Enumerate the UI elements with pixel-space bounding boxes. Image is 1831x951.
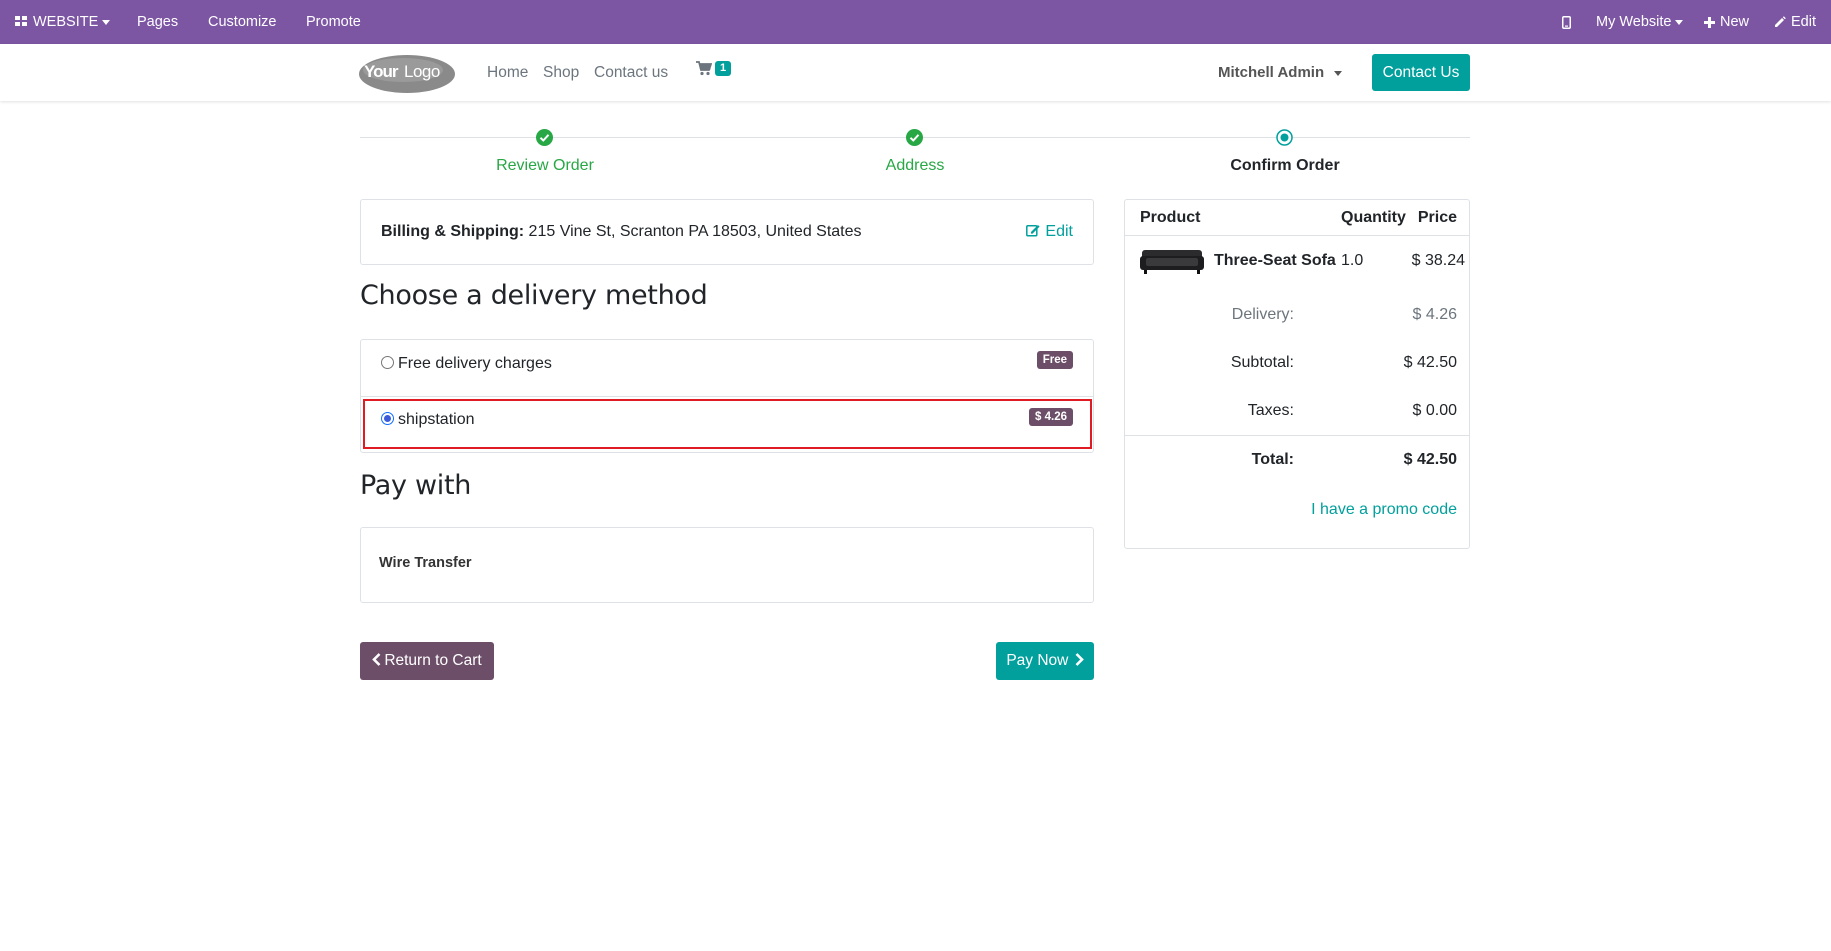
return-to-cart-label: Return to Cart (384, 652, 482, 669)
return-to-cart-button[interactable]: Return to Cart (360, 642, 494, 680)
website-menu-label: WEBSITE (33, 14, 99, 30)
company-logo[interactable]: Your Logo (358, 52, 456, 94)
pages-menu[interactable]: Pages (137, 0, 178, 44)
edit-button[interactable]: Edit (1774, 0, 1816, 44)
billing-label: Billing & Shipping: (381, 223, 525, 240)
delivery-price-badge-free: Free (1036, 351, 1073, 369)
summary-header: Product Quantity Price (1125, 200, 1469, 236)
chevron-down-icon (1675, 19, 1684, 25)
total-label: Total: (1251, 451, 1294, 468)
selection-highlight (363, 399, 1092, 449)
taxes-value: $ 0.00 (1412, 402, 1457, 419)
total-value: $ 42.50 (1403, 451, 1457, 468)
wizard-step-address[interactable]: Address (815, 157, 1015, 175)
svg-text:Your: Your (364, 62, 399, 81)
check-circle-icon (536, 129, 553, 146)
pay-with-title: Pay with (360, 470, 472, 501)
cart-count-badge: 1 (715, 61, 731, 76)
chevron-down-icon (1334, 70, 1343, 76)
cart-link[interactable] (696, 60, 712, 78)
delivery-method-title: Choose a delivery method (360, 280, 708, 311)
my-website-label: My Website (1596, 14, 1672, 30)
promo-code-link[interactable]: I have a promo code (1311, 501, 1457, 519)
user-menu[interactable]: Mitchell Admin (1218, 64, 1343, 82)
chevron-left-icon (372, 653, 381, 666)
subtotal-label: Subtotal: (1230, 354, 1294, 371)
payment-method-card[interactable]: Wire Transfer (360, 527, 1094, 603)
billing-address: Billing & Shipping: 215 Vine St, Scranto… (381, 222, 862, 242)
divider (361, 396, 1093, 397)
edit-square-icon (1026, 223, 1041, 237)
customize-menu[interactable]: Customize (208, 0, 277, 44)
new-button[interactable]: New (1704, 0, 1749, 44)
my-website-menu[interactable]: My Website (1596, 0, 1684, 44)
wizard-step-confirm-order: Confirm Order (1230, 157, 1340, 174)
pay-now-label: Pay Now (1006, 652, 1069, 669)
payment-method-label: Wire Transfer (379, 555, 472, 571)
mobile-preview-button[interactable] (1562, 0, 1571, 44)
chevron-right-icon (1075, 653, 1084, 666)
pay-now-button[interactable]: Pay Now (996, 642, 1094, 680)
nav-home[interactable]: Home (487, 64, 528, 82)
product-name[interactable]: Three-Seat Sofa (1214, 252, 1336, 270)
edit-address-link[interactable]: Edit (1026, 222, 1073, 242)
summary-header-price: Price (1417, 209, 1457, 226)
admin-bar: WEBSITE Pages Customize Promote My Websi… (0, 0, 1831, 44)
billing-shipping-card: Billing & Shipping: 215 Vine St, Scranto… (360, 199, 1094, 265)
subtotal-value: $ 42.50 (1403, 354, 1457, 371)
order-summary: Product Quantity Price Three-Seat Sofa 1… (1124, 199, 1470, 549)
nav-contact-us[interactable]: Contact us (594, 64, 668, 82)
edit-label: Edit (1791, 14, 1816, 30)
billing-address-text: 215 Vine St, Scranton PA 18503, United S… (528, 223, 862, 240)
mobile-phone-icon (1562, 15, 1571, 29)
user-name: Mitchell Admin (1218, 64, 1325, 81)
summary-header-product: Product (1140, 209, 1201, 226)
pencil-icon (1774, 16, 1786, 28)
website-menu[interactable]: WEBSITE (15, 0, 111, 44)
delivery-option-free-label[interactable]: Free delivery charges (398, 355, 552, 373)
divider (1125, 435, 1469, 436)
site-header (0, 44, 1831, 101)
apps-grid-icon (15, 16, 27, 27)
svg-text:Logo: Logo (404, 62, 440, 81)
summary-product-row: Three-Seat Sofa 1.0 $ 38.24 (1125, 235, 1469, 285)
delivery-radio-free[interactable] (381, 356, 394, 369)
product-image-sofa[interactable] (1140, 246, 1204, 276)
contact-us-button[interactable]: Contact Us (1372, 54, 1470, 91)
shopping-cart-icon (696, 61, 712, 76)
taxes-label: Taxes: (1247, 402, 1294, 419)
summary-header-quantity: Quantity (1341, 209, 1406, 226)
wizard-step-review-order[interactable]: Review Order (445, 157, 645, 175)
check-circle-icon (906, 129, 923, 146)
product-quantity: 1.0 (1341, 252, 1364, 269)
delivery-label: Delivery: (1231, 306, 1294, 323)
plus-icon (1704, 16, 1715, 28)
chevron-down-icon (102, 19, 111, 25)
new-label: New (1720, 14, 1750, 30)
nav-shop[interactable]: Shop (543, 64, 579, 82)
current-step-dot-icon (1276, 129, 1293, 146)
edit-label: Edit (1045, 223, 1073, 240)
promote-menu[interactable]: Promote (306, 0, 361, 44)
product-price: $ 38.24 (1411, 252, 1465, 269)
delivery-value: $ 4.26 (1412, 306, 1457, 323)
